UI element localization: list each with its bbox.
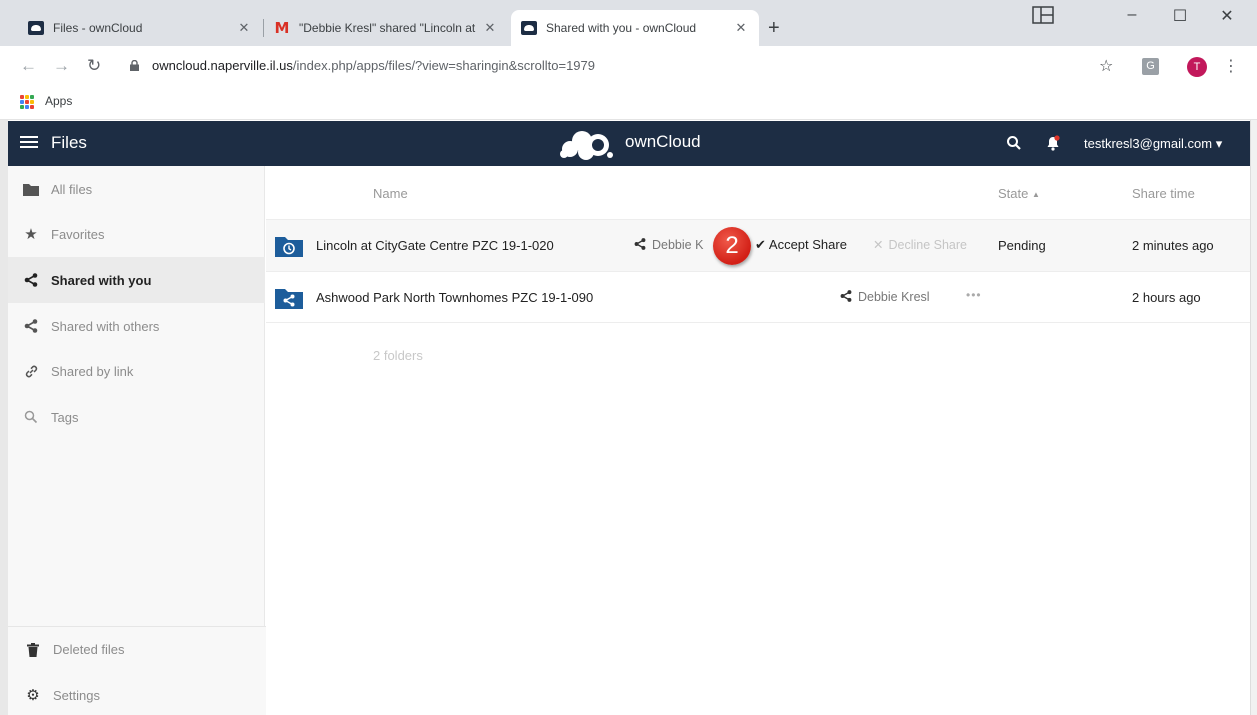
folder-icon [22,180,40,198]
owncloud-icon [521,20,537,36]
link-icon [22,362,40,380]
reload-icon[interactable]: ↻ [87,56,101,76]
accept-share-button[interactable]: ✔ Accept Share [755,237,847,253]
decline-share-button[interactable]: ✕ Decline Share [873,237,967,252]
column-header-label: State [998,186,1029,201]
shared-by: Debbie K [634,238,703,252]
share-time: 2 minutes ago [1132,238,1214,253]
sidebar-item-favorites[interactable]: ★ Favorites [8,211,265,257]
trash-icon [24,641,42,659]
sidebar-item-label: Shared with others [51,318,160,334]
apps-bookmark[interactable]: Apps [45,94,72,108]
owncloud-header: Files ownCloud testkresl3@gmail.com ▾ [8,121,1250,166]
hamburger-menu-icon[interactable] [20,133,38,151]
brand-name: ownCloud [625,132,701,151]
file-list: Name State ▲ Share time Lincoln at CityG… [266,166,1250,715]
sidebar-item-all-files[interactable]: All files [8,166,265,212]
tab-title: "Debbie Kresl" shared "Lincoln at [299,21,476,35]
user-email: testkresl3@gmail.com [1084,136,1213,151]
window-close-icon[interactable]: ✕ [1207,6,1247,32]
shared-folder-icon [275,289,303,309]
back-arrow-icon[interactable]: ← [20,56,37,76]
check-icon: ✔ [755,237,766,252]
search-icon[interactable] [1006,135,1022,151]
tab-title: Files - ownCloud [53,21,143,35]
bookmarks-bar: Apps [0,88,1257,120]
sidebar-item-label: Favorites [51,226,105,242]
column-header-share-time[interactable]: Share time [1132,186,1195,201]
lock-icon [130,60,139,71]
tab-title: Shared with you - ownCloud [546,21,697,35]
sidebar-item-label: Deleted files [53,642,125,657]
sharer-name: Debbie Kresl [858,290,930,304]
close-icon[interactable]: ✕ [733,20,749,36]
notification-bell-icon[interactable] [1046,135,1060,151]
app-title[interactable]: Files [51,133,87,153]
column-header-state[interactable]: State ▲ [998,186,1040,201]
sharer-name: Debbie K [652,238,704,252]
browser-tab-files[interactable]: Files - ownCloud ✕ [18,10,262,46]
column-header-name[interactable]: Name [373,186,408,201]
extension-icon[interactable]: G [1142,58,1159,75]
url-host: owncloud.naperville.il.us [152,58,293,73]
share-icon [840,290,852,302]
sidebar-item-tags[interactable]: Tags [8,394,265,440]
sidebar-item-deleted-files[interactable]: Deleted files [8,626,266,672]
maximize-icon[interactable]: ☐ [1160,6,1200,32]
sidebar-item-label: All files [51,181,93,197]
url-field[interactable]: owncloud.naperville.il.us/index.php/apps… [152,58,595,73]
gmail-icon: M [274,19,290,37]
tab-layout-icon[interactable] [1023,6,1063,32]
share-state: Pending [998,238,1046,253]
file-count-summary: 2 folders [373,348,423,363]
share-icon [634,238,646,250]
window-frame-left [0,120,8,715]
sidebar-item-shared-by-link[interactable]: Shared by link [8,348,265,394]
decline-share-label: Decline Share [888,238,967,252]
sidebar-item-shared-with-others[interactable]: Shared with others [8,303,265,349]
share-icon [22,317,40,335]
file-name[interactable]: Ashwood Park North Townhomes PZC 19-1-09… [316,290,593,305]
browser-menu-icon[interactable]: ⋮ [1223,56,1239,76]
gear-icon: ⚙ [26,687,40,704]
sidebar-item-settings[interactable]: ⚙ Settings [8,672,266,715]
step-callout-badge: 2 [713,227,751,265]
url-path: /index.php/apps/files/?view=sharingin&sc… [292,58,596,73]
share-time: 2 hours ago [1132,290,1201,305]
star-icon: ★ [24,226,38,243]
sidebar-item-label: Shared with you [51,272,152,288]
close-icon[interactable]: ✕ [482,20,498,36]
owncloud-logo-icon [560,131,613,160]
minimize-icon[interactable]: – [1112,6,1152,32]
owncloud-icon [28,20,44,36]
window-frame-right [1250,120,1257,715]
sort-ascending-icon: ▲ [1031,190,1040,199]
table-row[interactable]: Ashwood Park North Townhomes PZC 19-1-09… [266,271,1250,323]
forward-arrow-icon[interactable]: → [53,56,70,76]
share-icon [22,271,40,289]
close-icon: ✕ [873,238,884,252]
table-row[interactable]: Lincoln at CityGate Centre PZC 19-1-020 … [266,219,1250,271]
sidebar-item-shared-with-you[interactable]: Shared with you [8,257,265,303]
sidebar-item-label: Settings [53,687,100,703]
more-actions-icon[interactable]: ••• [966,288,982,302]
search-icon [22,408,40,426]
file-name[interactable]: Lincoln at CityGate Centre PZC 19-1-020 [316,238,554,253]
browser-tab-bar: Files - ownCloud ✕ M "Debbie Kresl" shar… [0,0,1257,46]
bookmark-star-icon[interactable]: ☆ [1099,56,1113,76]
address-bar: ← → ↻ owncloud.naperville.il.us/index.ph… [0,46,1257,88]
sidebar-item-label: Shared by link [51,363,134,379]
browser-tab-gmail[interactable]: M "Debbie Kresl" shared "Lincoln at ✕ [264,10,508,46]
new-tab-icon[interactable]: + [768,17,780,40]
browser-tab-shared[interactable]: Shared with you - ownCloud ✕ [511,10,759,46]
accept-share-label: Accept Share [768,237,847,252]
close-icon[interactable]: ✕ [236,20,252,36]
pending-folder-icon [275,237,303,257]
profile-avatar[interactable]: T [1187,57,1207,77]
apps-grid-icon[interactable] [20,95,34,109]
sidebar-item-label: Tags [51,409,79,425]
user-menu[interactable]: testkresl3@gmail.com ▾ [1084,136,1222,152]
shared-by: Debbie Kresl [840,290,930,304]
